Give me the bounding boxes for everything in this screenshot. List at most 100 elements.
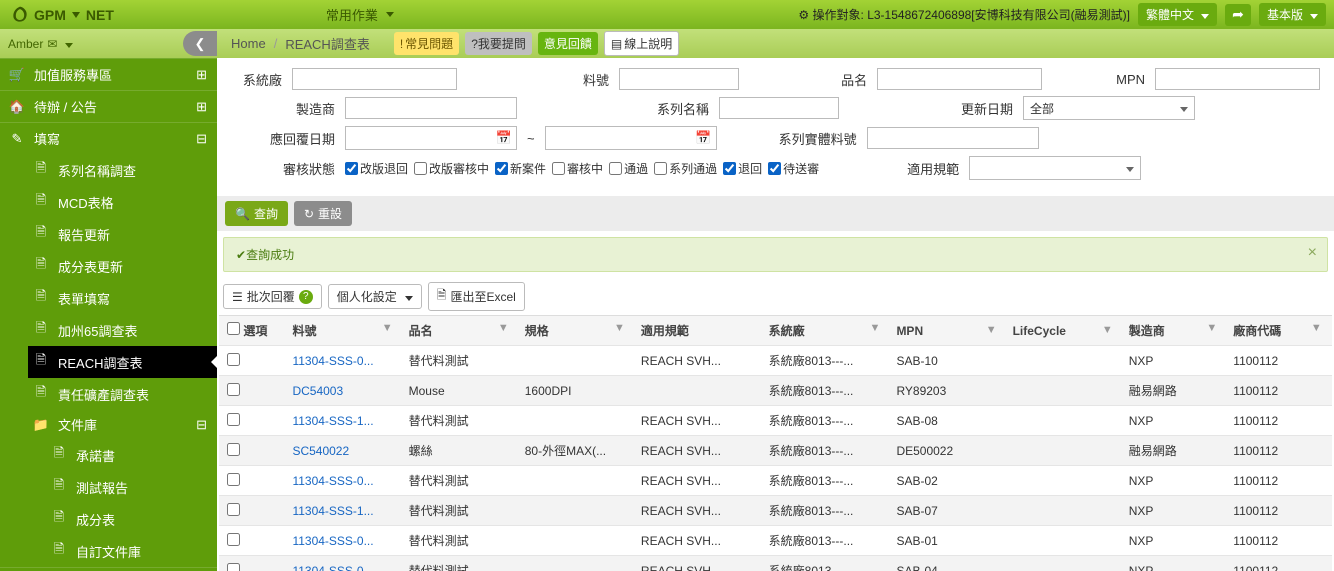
sidebar-item-fill-3[interactable]: 🗎成分表更新 — [28, 250, 217, 282]
col-header-vendor_code[interactable]: 廠商代碼▼ — [1225, 316, 1330, 346]
part-link[interactable]: 11304-SSS-0... — [292, 534, 373, 548]
table-row[interactable]: 11304-SSS-0...替代料測試REACH SVH...系統廠8013--… — [219, 466, 1332, 496]
common-tasks-menu[interactable]: 常用作業 — [326, 5, 394, 24]
col-header-sel[interactable]: 選項 — [219, 316, 284, 346]
status-check-1[interactable]: 改版審核中 — [414, 160, 489, 177]
sidebar-item-fill-4[interactable]: 🗎表單填寫 — [28, 282, 217, 314]
col-header-factory[interactable]: 系統廠▼ — [761, 316, 889, 346]
input-mpn[interactable] — [1155, 68, 1320, 90]
row-checkbox[interactable] — [227, 563, 240, 571]
filter-icon[interactable]: ▼ — [1206, 322, 1217, 334]
sidebar-item-fill-1[interactable]: 🗎MCD表格 — [28, 186, 217, 218]
logo[interactable]: GPM NET — [10, 5, 114, 25]
row-checkbox[interactable] — [227, 533, 240, 546]
filter-icon[interactable]: ▼ — [382, 322, 393, 334]
input-maker[interactable] — [345, 97, 517, 119]
sidebar-item-doclib-0[interactable]: 🗎承諾書 — [28, 439, 217, 471]
input-reply-date-to[interactable]: 📅 — [545, 126, 717, 150]
sidebar-item-fill[interactable]: ✎填寫⊟ — [0, 122, 217, 154]
col-header-rule[interactable]: 適用規範 — [633, 316, 761, 346]
input-sys-factory[interactable] — [292, 68, 457, 90]
filter-icon[interactable]: ▼ — [614, 322, 625, 334]
export-excel-button[interactable]: 🗎匯出至Excel — [428, 282, 525, 311]
batch-reply-button[interactable]: ☰批次回覆? — [223, 284, 322, 309]
sidebar-item-security[interactable]: 🖵安全性與系統⊞ — [0, 567, 217, 571]
search-button[interactable]: 🔍查詢 — [225, 201, 288, 226]
status-check-3[interactable]: 審核中 — [552, 160, 603, 177]
table-row[interactable]: DC54003Mouse1600DPI系統廠8013---...RY89203融… — [219, 376, 1332, 406]
sidebar-item-doclib-2[interactable]: 🗎成分表 — [28, 503, 217, 535]
checkbox[interactable] — [654, 162, 667, 175]
sidebar-item-fill-7[interactable]: 🗎責任礦產調查表 — [28, 378, 217, 410]
checkbox[interactable] — [414, 162, 427, 175]
row-checkbox[interactable] — [227, 383, 240, 396]
col-header-spec[interactable]: 規格▼ — [517, 316, 633, 346]
personalize-button[interactable]: 個人化設定 — [328, 284, 422, 309]
sidebar-item-todo[interactable]: 🏠待辦 / 公告⊞ — [0, 90, 217, 122]
table-row[interactable]: SC540022螺絲80-外徑MAX(...REACH SVH...系統廠801… — [219, 436, 1332, 466]
table-row[interactable]: 11304-SSS-0...替代料測試REACH SVH...系統廠8013--… — [219, 346, 1332, 376]
table-row[interactable]: 11304-SSS-0...替代料測試REACH SVH...系統廠8013--… — [219, 526, 1332, 556]
select-update-date[interactable]: 全部 — [1023, 96, 1195, 120]
row-checkbox[interactable] — [227, 413, 240, 426]
col-header-vendor_name[interactable]: 廠商名稱▼ — [1330, 316, 1332, 346]
status-check-5[interactable]: 系列通過 — [654, 160, 717, 177]
sidebar-item-fill-6[interactable]: 🗎REACH調查表 — [28, 346, 217, 378]
sidebar-item-doclib[interactable]: 📁文件庫⊟ — [28, 410, 217, 439]
checkbox[interactable] — [345, 162, 358, 175]
help-icon[interactable]: ? — [299, 290, 313, 304]
close-alert-button[interactable]: × — [1308, 244, 1317, 262]
row-checkbox[interactable] — [227, 443, 240, 456]
input-series-name[interactable] — [719, 97, 839, 119]
status-check-7[interactable]: 待送審 — [768, 160, 819, 177]
sidebar-item-fill-2[interactable]: 🗎報告更新 — [28, 218, 217, 250]
col-header-mpn[interactable]: MPN▼ — [888, 316, 1004, 346]
part-link[interactable]: 11304-SSS-0... — [292, 474, 373, 488]
version-selector[interactable]: 基本版 — [1259, 3, 1326, 26]
status-check-0[interactable]: 改版退回 — [345, 160, 408, 177]
part-link[interactable]: 11304-SSS-1... — [292, 504, 373, 518]
input-part-no[interactable] — [619, 68, 739, 90]
sidebar-item-fill-5[interactable]: 🗎加州65調查表 — [28, 314, 217, 346]
table-row[interactable]: 11304-SSS-0...替代料測試REACH SVH...系統廠8013--… — [219, 556, 1332, 571]
col-header-maker[interactable]: 製造商▼ — [1121, 316, 1226, 346]
online-help-button[interactable]: ▤線上說明 — [604, 31, 679, 56]
filter-icon[interactable]: ▼ — [1102, 324, 1113, 336]
row-checkbox[interactable] — [227, 353, 240, 366]
part-link[interactable]: 11304-SSS-0... — [292, 354, 373, 368]
status-check-6[interactable]: 退回 — [723, 160, 762, 177]
collapse-sidebar-button[interactable]: ❮ — [183, 31, 217, 56]
sidebar-item-value-zone[interactable]: 🛒加值服務專區⊞ — [0, 58, 217, 90]
table-row[interactable]: 11304-SSS-1...替代料測試REACH SVH...系統廠8013--… — [219, 496, 1332, 526]
checkbox[interactable] — [609, 162, 622, 175]
filter-icon[interactable]: ▼ — [498, 322, 509, 334]
part-link[interactable]: DC54003 — [292, 384, 343, 398]
checkbox[interactable] — [723, 162, 736, 175]
col-header-lifecycle[interactable]: LifeCycle▼ — [1005, 316, 1121, 346]
table-row[interactable]: 11304-SSS-1...替代料測試REACH SVH...系統廠8013--… — [219, 406, 1332, 436]
row-checkbox[interactable] — [227, 503, 240, 516]
status-check-4[interactable]: 通過 — [609, 160, 648, 177]
input-reply-date-from[interactable]: 📅 — [345, 126, 517, 150]
checkbox[interactable] — [552, 162, 565, 175]
breadcrumb-home[interactable]: Home — [231, 36, 266, 51]
part-link[interactable]: SC540022 — [292, 444, 349, 458]
checkbox[interactable] — [495, 162, 508, 175]
col-header-part[interactable]: 料號▼ — [284, 316, 400, 346]
grid-wrapper[interactable]: 選項料號▼品名▼規格▼適用規範系統廠▼MPN▼LifeCycle▼製造商▼廠商代… — [219, 315, 1332, 571]
input-product-name[interactable] — [877, 68, 1042, 90]
col-header-name[interactable]: 品名▼ — [401, 316, 517, 346]
sidebar-item-fill-0[interactable]: 🗎系列名稱調查 — [28, 154, 217, 186]
part-link[interactable]: 11304-SSS-0... — [292, 564, 373, 571]
sidebar-item-doclib-1[interactable]: 🗎測試報告 — [28, 471, 217, 503]
filter-icon[interactable]: ▼ — [1311, 322, 1322, 334]
logout-button[interactable]: ➦ — [1225, 4, 1251, 26]
status-check-2[interactable]: 新案件 — [495, 160, 546, 177]
row-checkbox[interactable] — [227, 473, 240, 486]
input-series-part-no[interactable] — [867, 127, 1039, 149]
language-selector[interactable]: 繁體中文 — [1138, 3, 1217, 26]
part-link[interactable]: 11304-SSS-1... — [292, 414, 373, 428]
reset-button[interactable]: ↻重設 — [294, 201, 352, 226]
sidebar-item-doclib-3[interactable]: 🗎自訂文件庫 — [28, 535, 217, 567]
filter-icon[interactable]: ▼ — [870, 322, 881, 334]
